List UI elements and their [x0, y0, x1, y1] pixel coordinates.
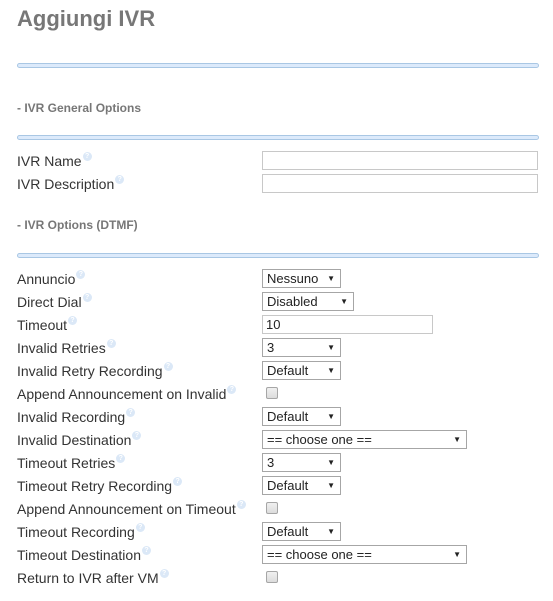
form-row-timeout-retries: Timeout Retries? 3 ▼: [17, 453, 547, 473]
help-icon[interactable]: ?: [227, 385, 237, 394]
field-label: Append Announcement on Invalid?: [17, 384, 237, 404]
section-title-dtmf: - IVR Options (DTMF): [17, 218, 138, 232]
help-icon[interactable]: ?: [236, 500, 246, 509]
form-row-invalid-retry-recording: Invalid Retry Recording? Default ▼: [17, 361, 547, 381]
timeout-retries-select[interactable]: 3 ▼: [262, 453, 341, 472]
timeout-destination-select[interactable]: == choose one == ▼: [262, 545, 467, 564]
help-icon[interactable]: ?: [106, 339, 116, 348]
ivr-description-input[interactable]: [262, 174, 538, 193]
field-label: Timeout Recording?: [17, 522, 145, 542]
help-icon[interactable]: ?: [141, 546, 151, 555]
form-row-ivr-description: IVR Description?: [17, 174, 547, 194]
help-icon[interactable]: ?: [82, 152, 92, 161]
section-title-general: - IVR General Options: [17, 101, 142, 115]
dropdown-arrow-icon: ▼: [327, 343, 335, 352]
form-row-timeout-retry-recording: Timeout Retry Recording? Default ▼: [17, 476, 547, 496]
field-label: IVR Name?: [17, 151, 92, 171]
ivr-name-input[interactable]: [262, 151, 538, 170]
divider: [17, 63, 539, 68]
help-icon[interactable]: ?: [163, 362, 173, 371]
form-row-invalid-retries: Invalid Retries? 3 ▼: [17, 338, 547, 358]
return-to-ivr-after-vm-checkbox[interactable]: [266, 571, 278, 583]
field-label: Timeout Destination?: [17, 545, 151, 565]
field-label: Direct Dial?: [17, 292, 92, 312]
form-row-annuncio: Annuncio? Nessuno ▼: [17, 269, 547, 289]
divider: [17, 135, 539, 140]
invalid-recording-select[interactable]: Default ▼: [262, 407, 341, 426]
field-label: Invalid Recording?: [17, 407, 136, 427]
help-icon[interactable]: ?: [132, 431, 142, 440]
dropdown-arrow-icon: ▼: [327, 458, 335, 467]
form-row-append-announcement-invalid: Append Announcement on Invalid?: [17, 384, 547, 404]
help-icon[interactable]: ?: [126, 408, 136, 417]
field-label: Return to IVR after VM?: [17, 568, 169, 588]
invalid-retries-select[interactable]: 3 ▼: [262, 338, 341, 357]
dropdown-arrow-icon: ▼: [327, 527, 335, 536]
timeout-retry-recording-select[interactable]: Default ▼: [262, 476, 341, 495]
append-announcement-invalid-checkbox[interactable]: [266, 387, 278, 399]
form-row-direct-dial: Direct Dial? Disabled ▼: [17, 292, 547, 312]
field-label: Timeout Retry Recording?: [17, 476, 183, 496]
direct-dial-select[interactable]: Disabled ▼: [262, 292, 354, 311]
field-label: Timeout?: [17, 315, 78, 335]
form-row-ivr-name: IVR Name?: [17, 151, 547, 171]
help-icon[interactable]: ?: [116, 454, 126, 463]
form-row-invalid-recording: Invalid Recording? Default ▼: [17, 407, 547, 427]
field-label: Invalid Destination?: [17, 430, 142, 450]
form-row-append-announcement-timeout: Append Announcement on Timeout?: [17, 499, 547, 519]
help-icon[interactable]: ?: [82, 293, 92, 302]
timeout-recording-select[interactable]: Default ▼: [262, 522, 341, 541]
field-label: Invalid Retries?: [17, 338, 116, 358]
dropdown-arrow-icon: ▼: [327, 481, 335, 490]
help-icon[interactable]: ?: [68, 316, 78, 325]
field-label: Timeout Retries?: [17, 453, 126, 473]
dropdown-arrow-icon: ▼: [340, 297, 348, 306]
form-row-return-to-ivr-after-vm: Return to IVR after VM?: [17, 568, 547, 588]
append-announcement-timeout-checkbox[interactable]: [266, 502, 278, 514]
help-icon[interactable]: ?: [135, 523, 145, 532]
help-icon[interactable]: ?: [76, 270, 86, 279]
field-label: Append Announcement on Timeout?: [17, 499, 246, 519]
invalid-destination-select[interactable]: == choose one == ▼: [262, 430, 467, 449]
invalid-retry-recording-select[interactable]: Default ▼: [262, 361, 341, 380]
form-row-timeout-destination: Timeout Destination? == choose one == ▼: [17, 545, 547, 565]
annuncio-select[interactable]: Nessuno ▼: [262, 269, 341, 288]
dropdown-arrow-icon: ▼: [327, 366, 335, 375]
field-label: IVR Description?: [17, 174, 125, 194]
field-label: Invalid Retry Recording?: [17, 361, 173, 381]
help-icon[interactable]: ?: [159, 569, 169, 578]
dropdown-arrow-icon: ▼: [453, 435, 461, 444]
field-label: Annuncio?: [17, 269, 86, 289]
form-row-invalid-destination: Invalid Destination? == choose one == ▼: [17, 430, 547, 450]
help-icon[interactable]: ?: [115, 175, 125, 184]
page-title: Aggiungi IVR: [17, 6, 156, 31]
divider: [17, 253, 539, 258]
dropdown-arrow-icon: ▼: [453, 550, 461, 559]
form-row-timeout-recording: Timeout Recording? Default ▼: [17, 522, 547, 542]
help-icon[interactable]: ?: [173, 477, 183, 486]
dropdown-arrow-icon: ▼: [327, 412, 335, 421]
form-row-timeout: Timeout?: [17, 315, 547, 335]
timeout-input[interactable]: [262, 315, 433, 334]
dropdown-arrow-icon: ▼: [327, 274, 335, 283]
